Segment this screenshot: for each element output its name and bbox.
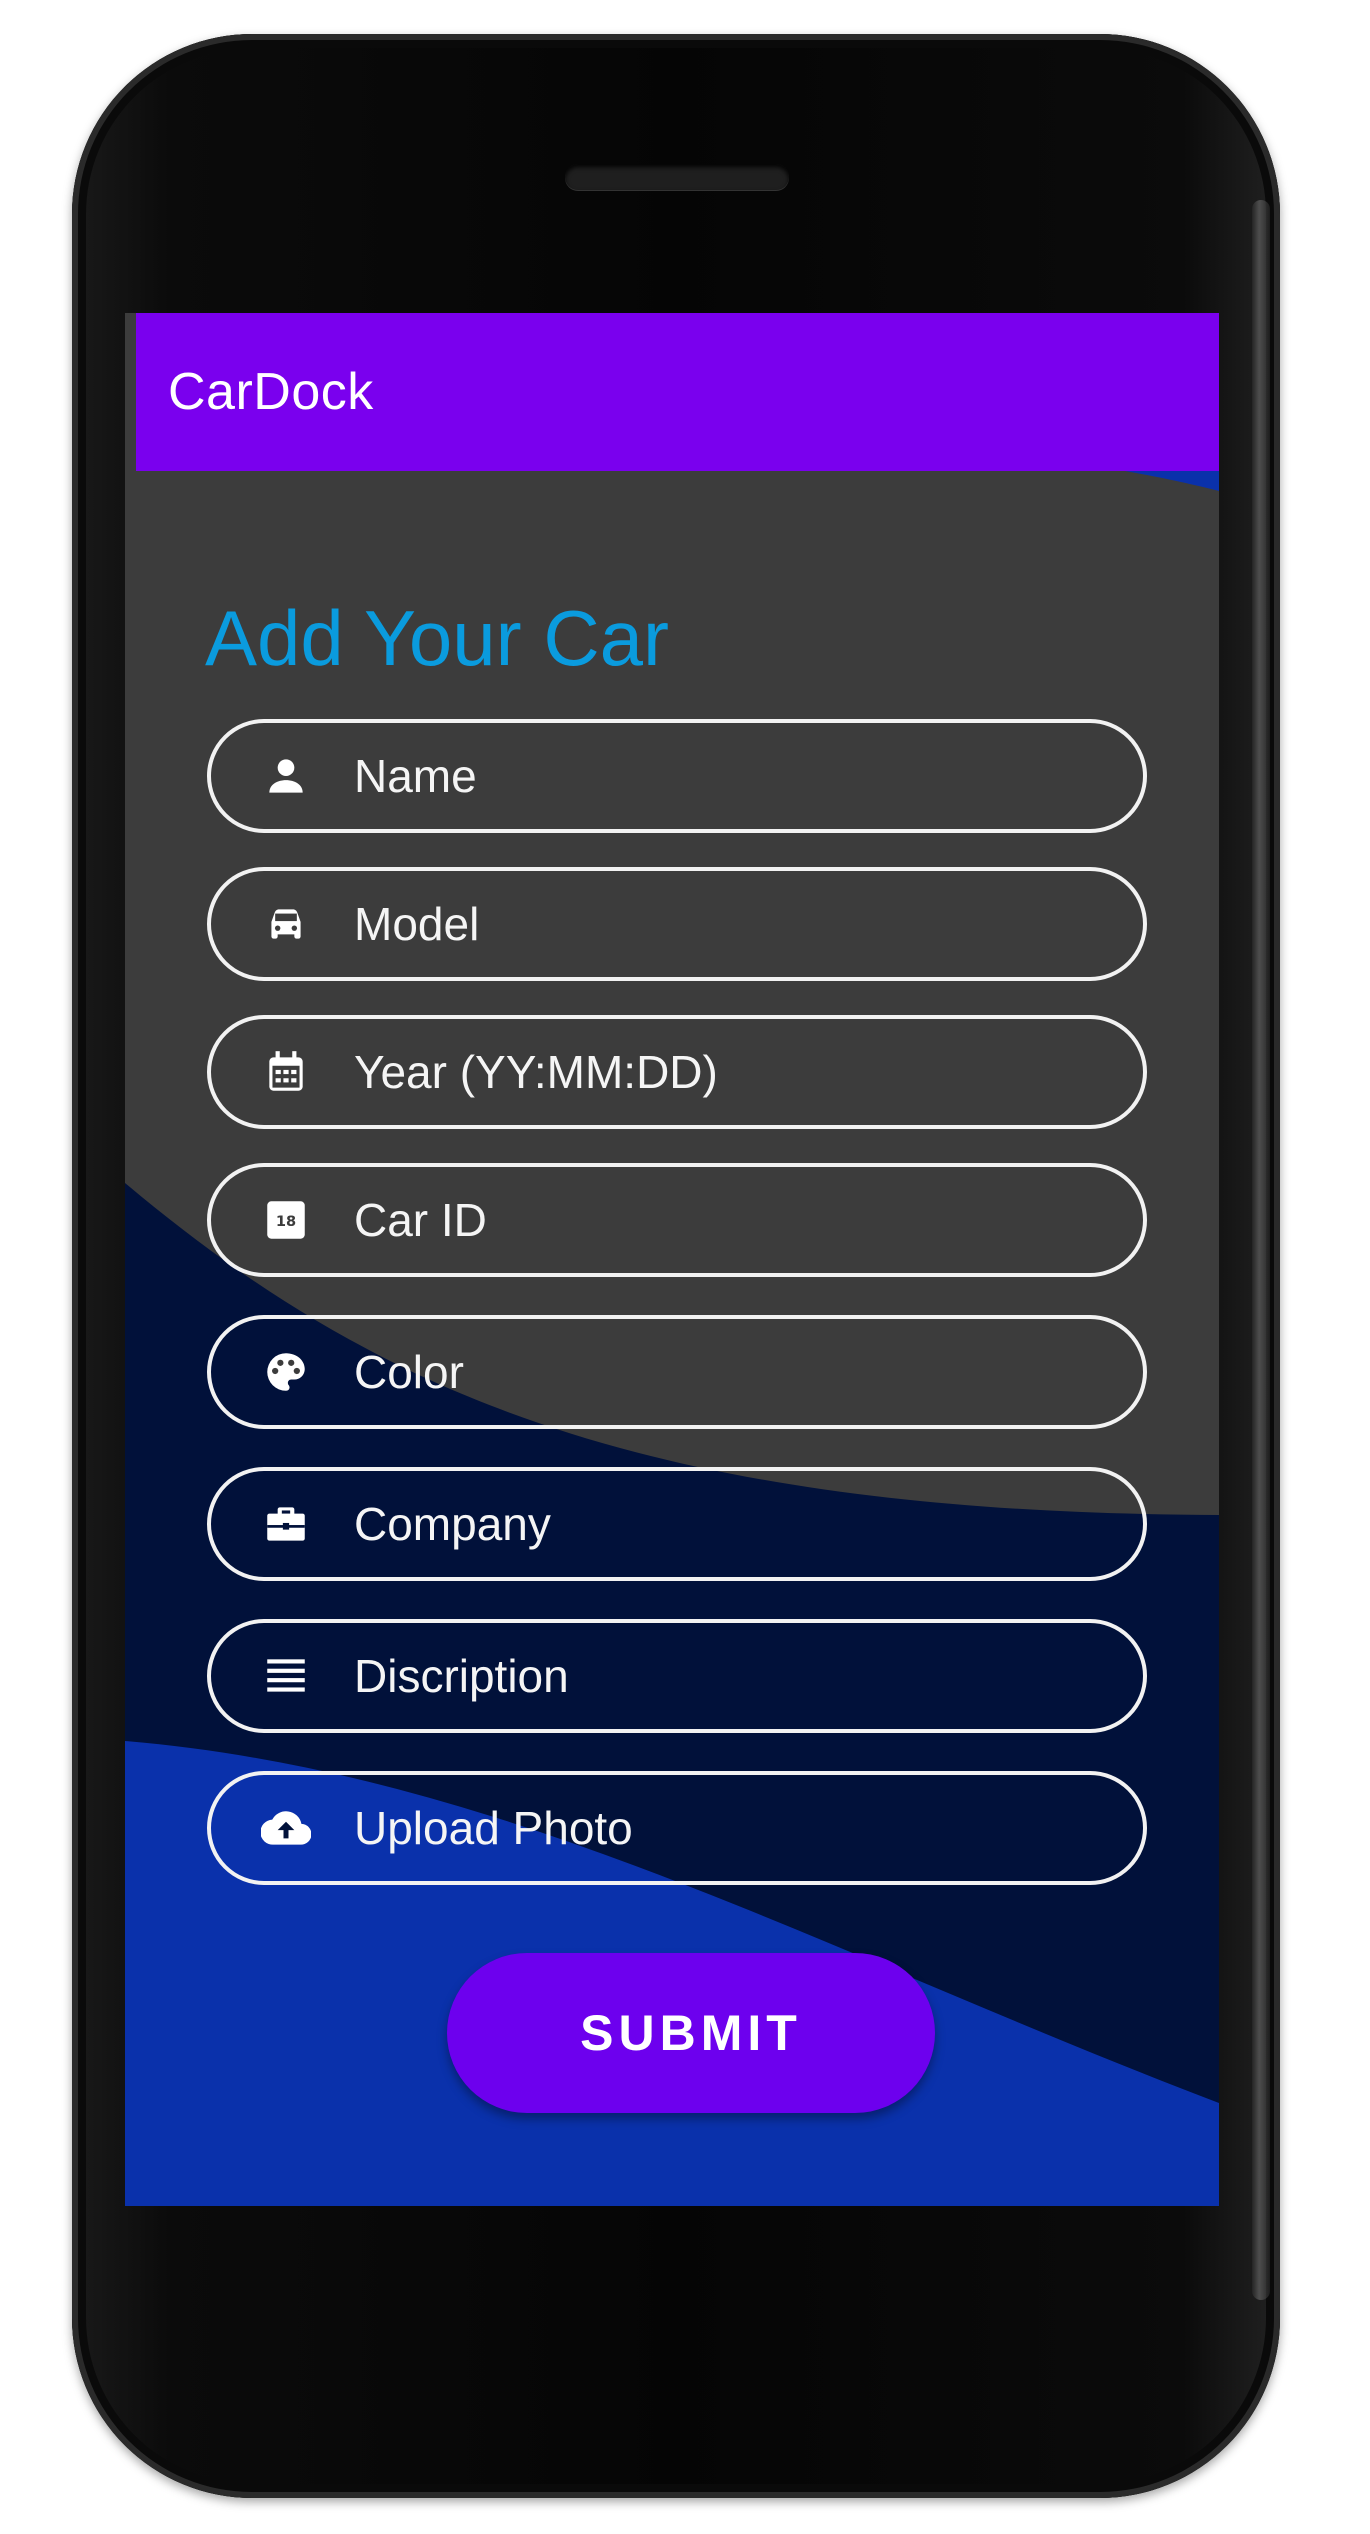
model-field-label: Model [354, 898, 480, 950]
upload-photo-field-label: Upload Photo [354, 1802, 633, 1854]
company-field[interactable]: Company [207, 1467, 1147, 1581]
calendar-icon [261, 1047, 311, 1097]
list-lines-icon [261, 1651, 311, 1701]
name-field[interactable]: Name [207, 719, 1147, 833]
car-id-field-label: Car ID [354, 1194, 487, 1246]
upload-photo-field[interactable]: Upload Photo [207, 1771, 1147, 1885]
phone-edge-highlight [1252, 200, 1270, 2300]
date-badge-text: 18 [276, 1213, 296, 1230]
app-title: CarDock [168, 363, 374, 421]
description-field-label: Discription [354, 1650, 569, 1702]
submit-button[interactable]: SUBMIT [447, 1953, 935, 2113]
car-id-field[interactable]: 18 Car ID [207, 1163, 1147, 1277]
person-icon [261, 751, 311, 801]
app-bar: CarDock [136, 313, 1219, 471]
car-icon [261, 899, 311, 949]
form-title: Add Your Car [205, 594, 670, 682]
description-field[interactable]: Discription [207, 1619, 1147, 1733]
color-field[interactable]: Color [207, 1315, 1147, 1429]
app-screen: CarDock Add Your Car Name Model Year (YY… [125, 313, 1219, 2206]
palette-icon [261, 1347, 311, 1397]
briefcase-icon [261, 1499, 311, 1549]
year-field[interactable]: Year (YY:MM:DD) [207, 1015, 1147, 1129]
model-field[interactable]: Model [207, 867, 1147, 981]
year-field-label: Year (YY:MM:DD) [354, 1046, 718, 1098]
cloud-upload-icon [261, 1803, 311, 1853]
name-field-label: Name [354, 750, 477, 802]
date-badge-icon: 18 [261, 1195, 311, 1245]
company-field-label: Company [354, 1498, 551, 1550]
color-field-label: Color [354, 1346, 464, 1398]
phone-speaker [565, 164, 789, 190]
